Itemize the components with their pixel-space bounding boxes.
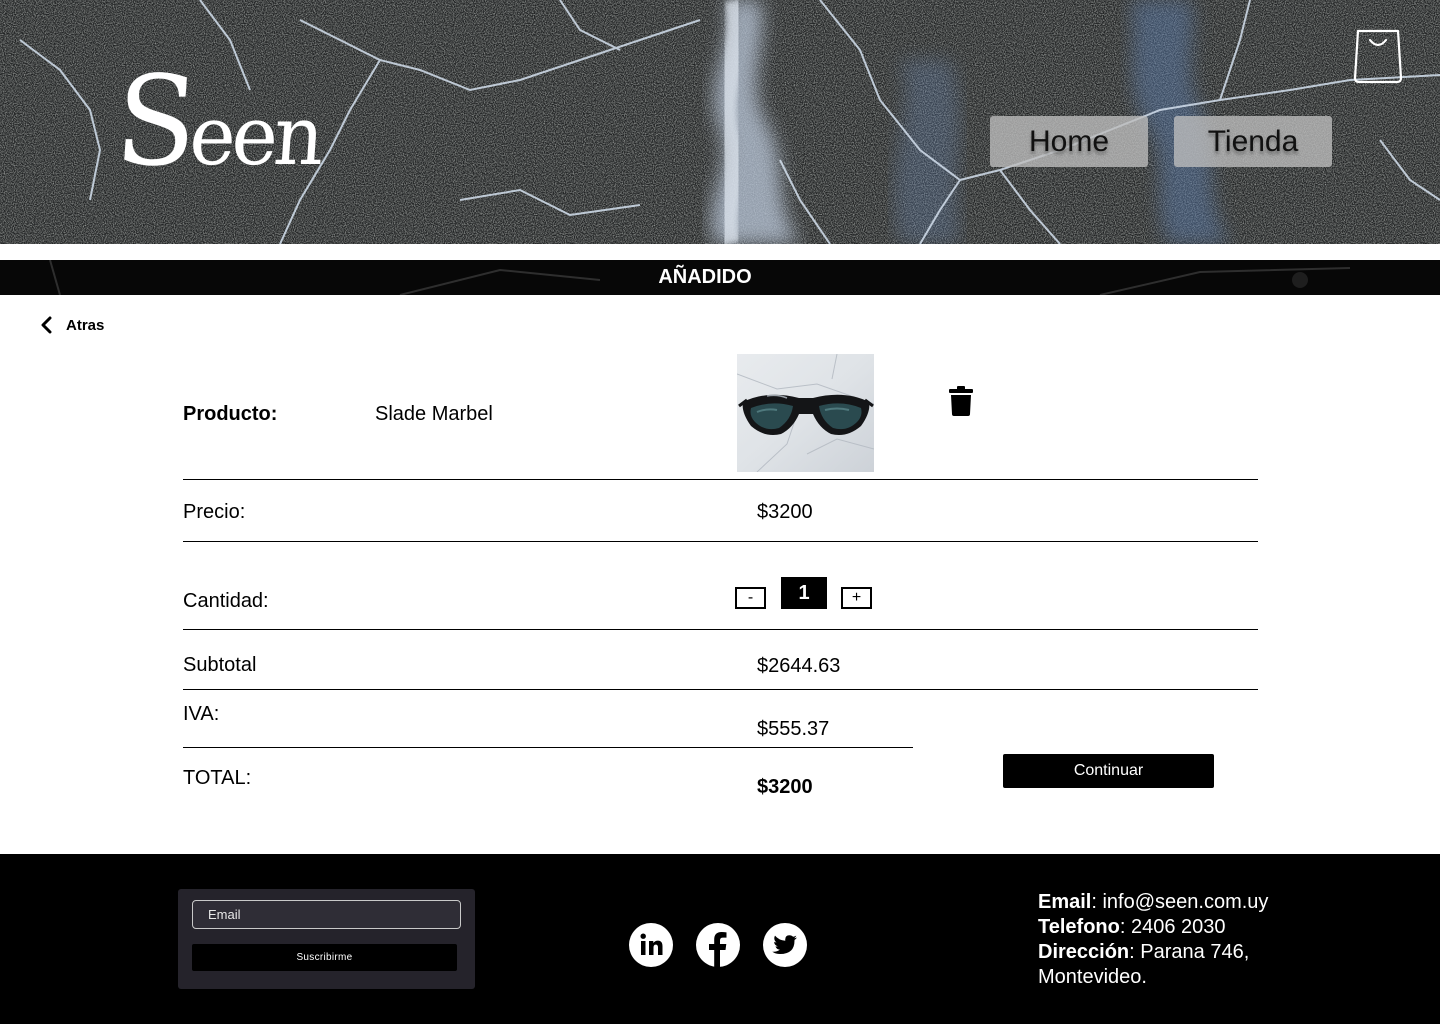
banner-text: AÑADIDO [658, 266, 752, 288]
divider [183, 479, 1258, 480]
quantity-label: Cantidad: [183, 590, 269, 612]
trash-icon[interactable] [949, 386, 973, 416]
price-label: Precio: [183, 501, 246, 523]
total-label: TOTAL: [183, 767, 252, 789]
quantity-value: 1 [781, 577, 827, 609]
subtotal-value: $2644.63 [757, 655, 841, 677]
twitter-icon[interactable] [763, 923, 807, 967]
contact-email: Email: info@seen.com.uy [1038, 891, 1269, 913]
facebook-icon[interactable] [696, 923, 740, 967]
quantity-decrease-button[interactable]: - [735, 587, 766, 609]
subscribe-button[interactable]: Suscribirme [192, 944, 457, 971]
subtotal-label: Subtotal [183, 654, 257, 676]
price-value: $3200 [757, 501, 813, 523]
nav-tienda-button[interactable]: Tienda [1174, 116, 1332, 167]
product-label: Producto: [183, 403, 278, 425]
divider [183, 541, 1258, 542]
page: Seen Home Tienda AÑADIDO Atras Producto:… [0, 0, 1440, 1024]
back-link[interactable]: Atras [38, 313, 104, 337]
nav-home-button[interactable]: Home [990, 116, 1148, 167]
seen-logo[interactable]: Seen [111, 49, 326, 194]
total-value: $3200 [757, 776, 813, 798]
back-label: Atras [66, 316, 105, 334]
iva-value: $555.37 [757, 718, 830, 740]
header: Seen Home Tienda [0, 0, 1440, 244]
shopping-bag-icon[interactable] [1352, 26, 1404, 84]
contact-info: Email: info@seen.com.uy Telefono: 2406 2… [1038, 890, 1298, 990]
footer: Suscribirme Email: info@seen.com.uy Tele… [0, 854, 1440, 1024]
added-banner: AÑADIDO [0, 260, 1440, 295]
continue-button[interactable]: Continuar [1003, 754, 1214, 788]
linkedin-icon[interactable] [629, 923, 673, 967]
divider [183, 629, 1258, 630]
divider [183, 689, 1258, 690]
email-input[interactable] [192, 900, 461, 929]
contact-address: Dirección: Parana 746, Montevideo. [1038, 941, 1250, 988]
contact-phone: Telefono: 2406 2030 [1038, 916, 1226, 938]
quantity-increase-button[interactable]: + [841, 587, 872, 609]
divider [183, 747, 913, 748]
product-image [737, 354, 874, 472]
chevron-left-icon [41, 316, 52, 334]
product-name: Slade Marbel [375, 403, 493, 425]
newsletter-box: Suscribirme [178, 889, 475, 989]
iva-label: IVA: [183, 703, 220, 725]
